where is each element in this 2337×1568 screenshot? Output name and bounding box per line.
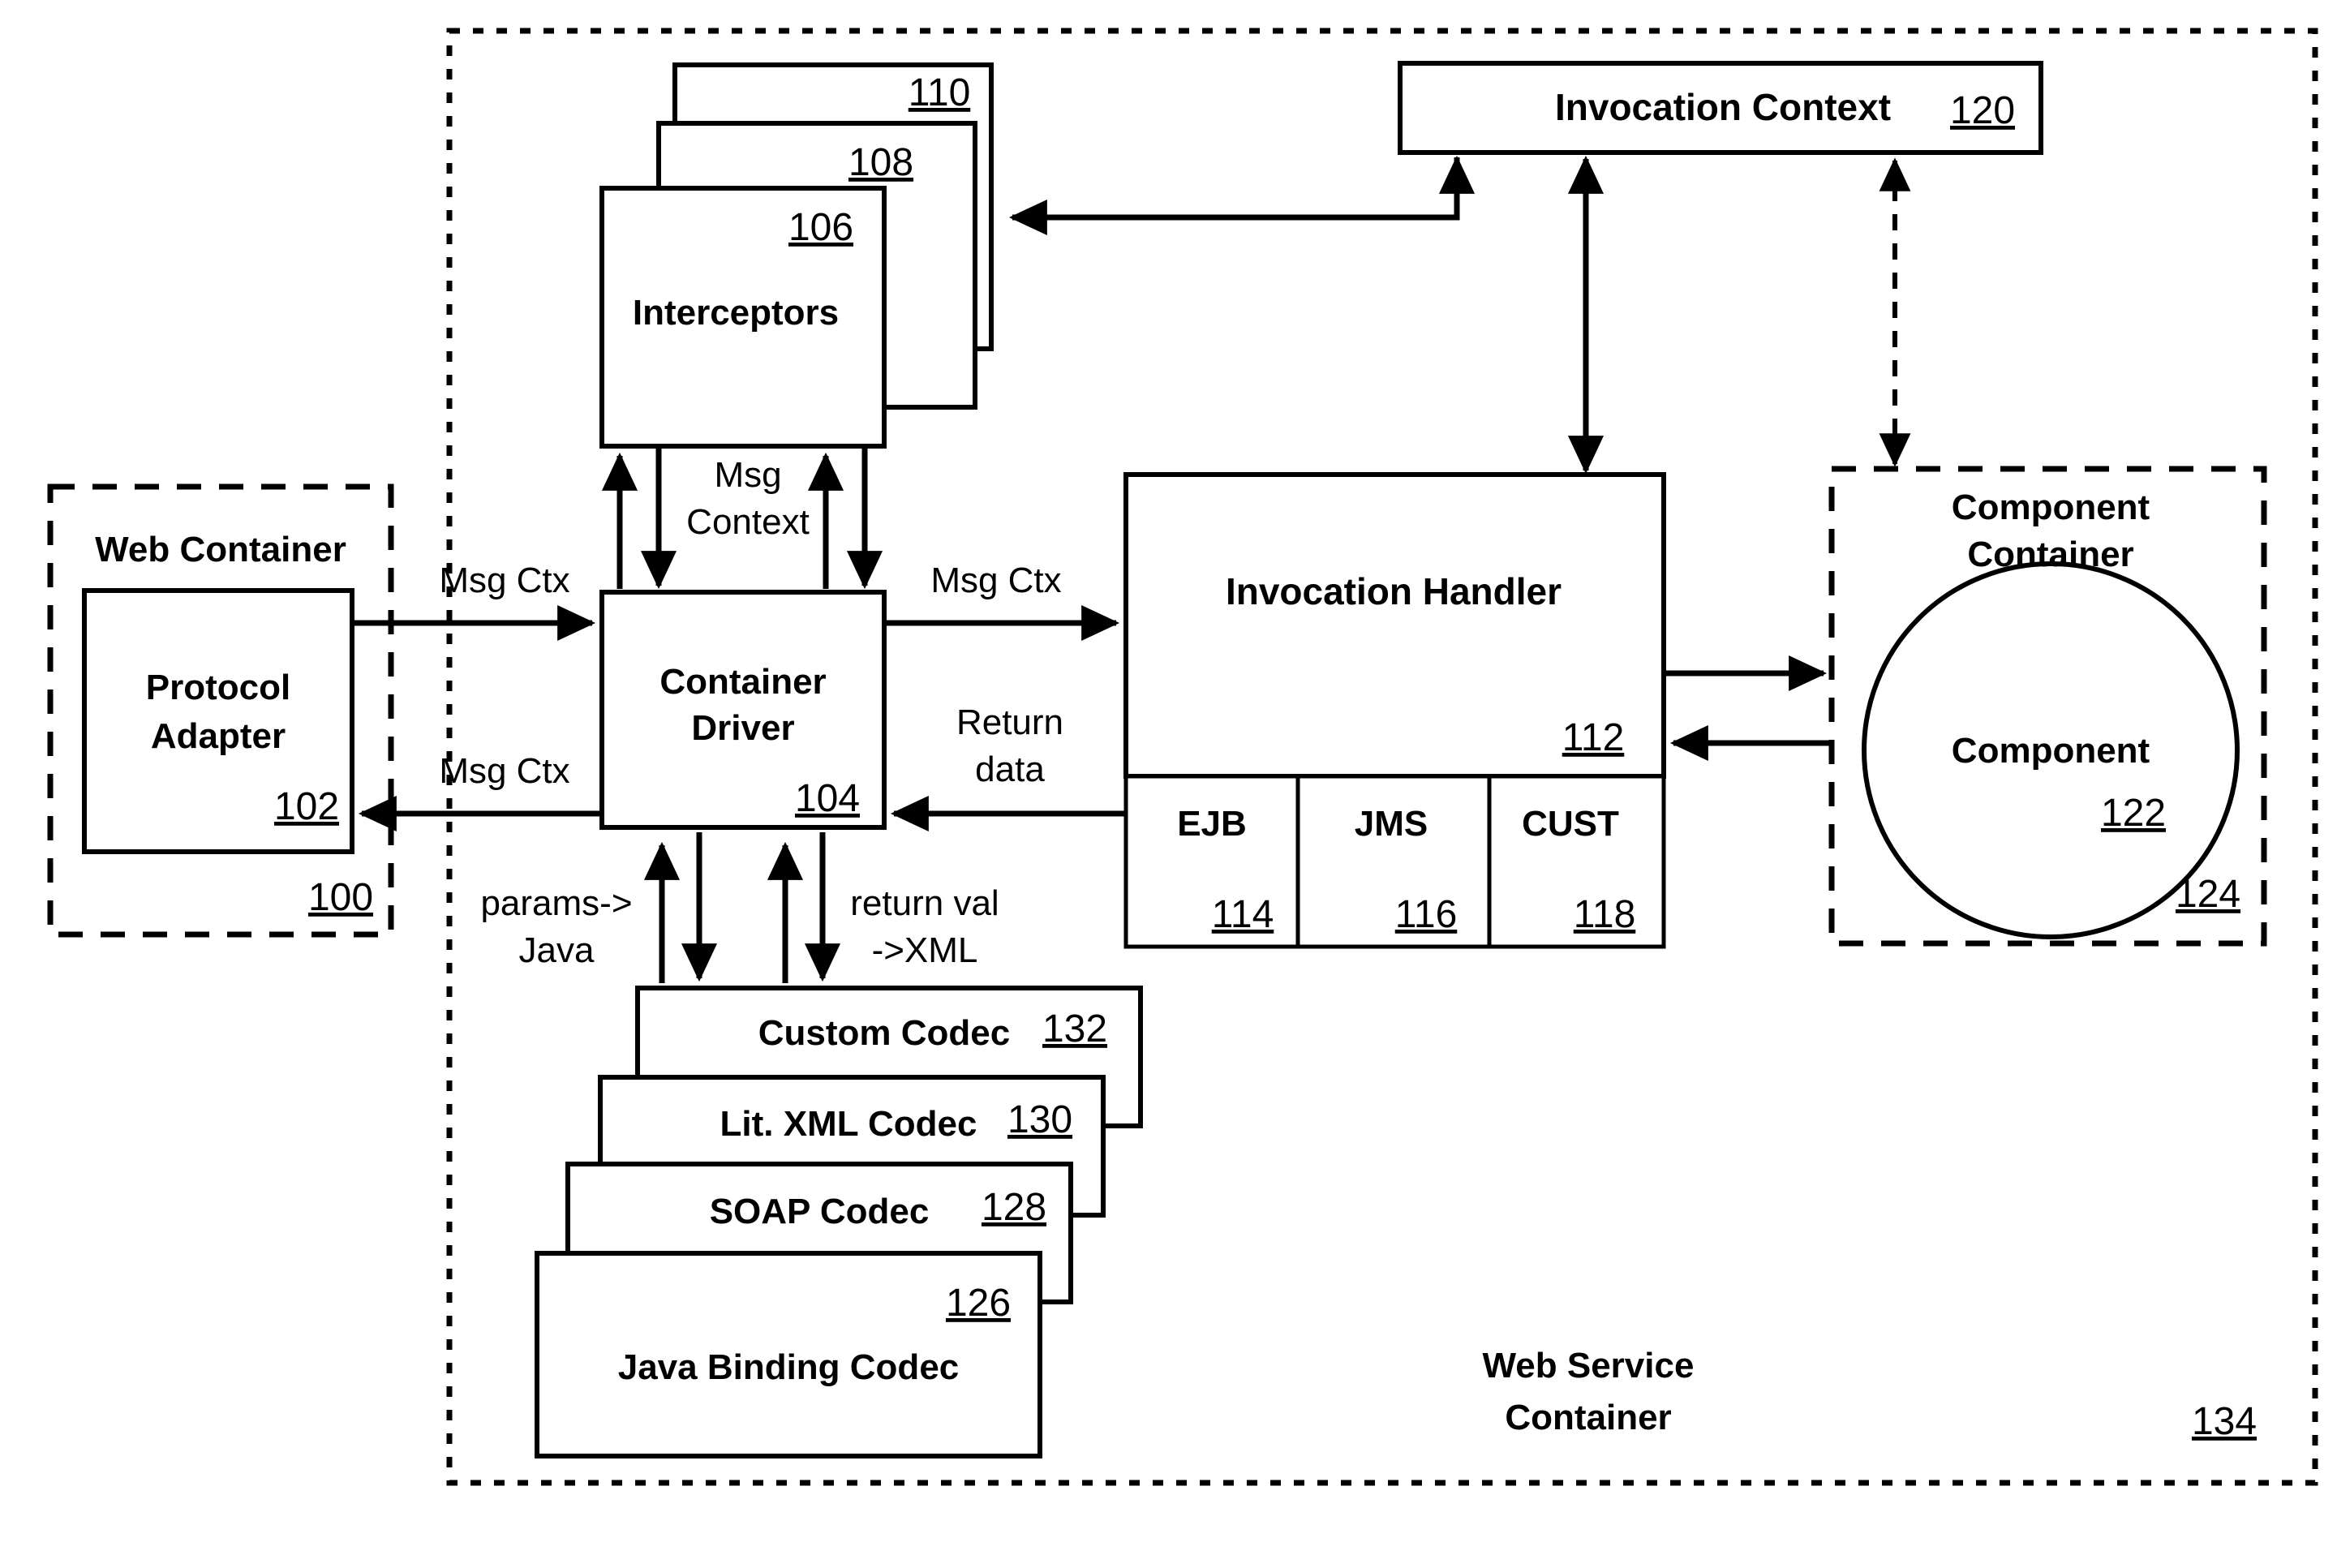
web-service-container-label-line2: Container [1505, 1398, 1671, 1437]
component-ref: 122 [2101, 792, 2166, 835]
block-diagram: Web Container 100 Protocol Adapter 102 I… [47, 28, 2318, 1486]
edge-label-params-java-line2: Java [519, 930, 595, 970]
component-label: Component [1952, 731, 2150, 771]
invocation-context-ref: 120 [1950, 89, 2015, 132]
invocation-handler-ref: 112 [1562, 716, 1625, 759]
component-container-label-line1: Component [1952, 488, 2150, 527]
interceptors-label: Interceptors [633, 293, 839, 333]
component-container-label-line2: Container [1967, 535, 2133, 574]
protocol-adapter-label-line1: Protocol [146, 668, 290, 707]
codec-lit-xml-label: Lit. XML Codec [720, 1104, 977, 1144]
codec-soap-label: SOAP Codec [710, 1192, 930, 1231]
edge-label-return-val-xml-line2: ->XML [872, 930, 978, 970]
edge-label-params-java-line1: params-> [480, 883, 632, 923]
edge-label-msg-context-line2: Context [686, 502, 810, 542]
codec-custom-label: Custom Codec [758, 1013, 1010, 1053]
web-service-container-label-line1: Web Service [1483, 1346, 1695, 1385]
invocation-context-label: Invocation Context [1555, 86, 1891, 128]
container-driver-label-line1: Container [659, 662, 826, 702]
handler-subbox-ejb-ref: 114 [1212, 893, 1274, 936]
codec-lit-xml-ref: 130 [1007, 1098, 1072, 1141]
interceptors-ref-110: 110 [909, 71, 971, 114]
edge-label-return-data-line2: data [975, 750, 1045, 789]
edge-label-msg-ctx-right: Msg Ctx [930, 561, 1061, 600]
edge-label-return-val-xml-line1: return val [850, 883, 999, 923]
codec-java-binding-label: Java Binding Codec [618, 1347, 960, 1387]
codec-custom-ref: 132 [1042, 1007, 1107, 1050]
protocol-adapter-ref: 102 [274, 785, 339, 828]
codec-java-binding-ref: 126 [946, 1282, 1011, 1325]
handler-subbox-jms[interactable] [1295, 774, 1492, 949]
interceptors-ref-108: 108 [848, 141, 913, 184]
handler-subbox-ejb-label: EJB [1177, 804, 1247, 844]
container-driver-label-line2: Driver [691, 708, 794, 748]
codec-soap-ref: 128 [982, 1186, 1046, 1229]
invocation-handler-label: Invocation Handler [1226, 570, 1562, 612]
edge-context-to-interceptors [1008, 157, 1460, 236]
interceptors-ref-106: 106 [788, 206, 853, 249]
edge-label-msg-context-line1: Msg [714, 455, 781, 495]
edge-label-msg-ctx-in: Msg Ctx [439, 561, 569, 600]
protocol-adapter-label-line2: Adapter [151, 716, 286, 756]
handler-subbox-jms-label: JMS [1355, 804, 1428, 844]
web-container-label: Web Container [95, 530, 346, 569]
handler-subbox-jms-ref: 116 [1395, 893, 1458, 936]
web-container-ref: 100 [308, 876, 373, 919]
handler-subbox-cust-ref: 118 [1574, 893, 1636, 936]
edge-label-return-data-line1: Return [956, 702, 1063, 742]
edge-label-msg-ctx-out: Msg Ctx [439, 751, 569, 791]
handler-subbox-cust-label: CUST [1522, 804, 1619, 844]
container-driver-ref: 104 [795, 777, 860, 820]
web-service-container-ref: 134 [2192, 1400, 2257, 1443]
figure-canvas: Web Container 100 Protocol Adapter 102 I… [0, 0, 2337, 1568]
component-container-ref: 124 [2176, 873, 2240, 916]
